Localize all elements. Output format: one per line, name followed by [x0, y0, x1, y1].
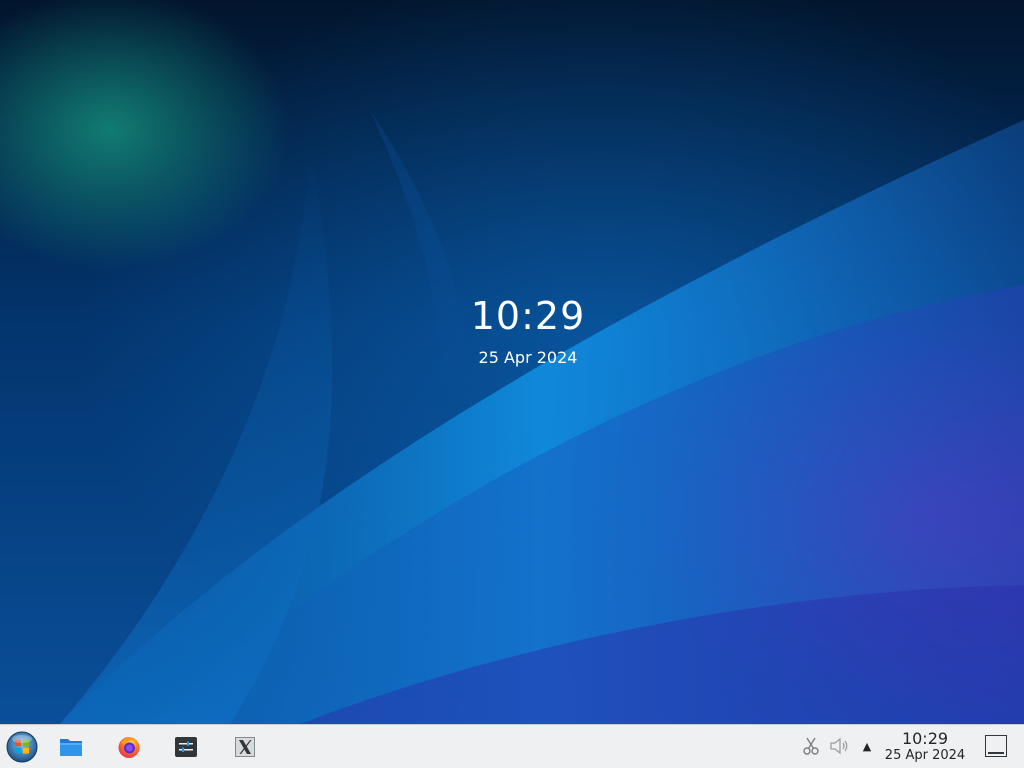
chevron-up-icon: ▲	[862, 739, 872, 753]
show-desktop-button[interactable]	[985, 735, 1007, 757]
start-menu-orb-icon	[6, 731, 38, 763]
desktop-clock-widget: 10:29 25 Apr 2024	[0, 292, 1024, 367]
taskbar-app-file-manager[interactable]	[53, 729, 89, 765]
x-window-icon	[235, 737, 255, 757]
speaker-volume-icon	[830, 737, 848, 755]
desktop-clock-time: 10:29	[470, 294, 586, 338]
firefox-icon	[118, 737, 140, 758]
folder-icon	[60, 739, 82, 756]
desktop-wallpaper[interactable]: 10:29 25 Apr 2024	[0, 0, 1024, 724]
tray-expand-arrow-button[interactable]: ▲	[856, 735, 878, 757]
taskbar-app-xterm[interactable]	[227, 729, 263, 765]
taskbar-app-settings[interactable]	[168, 729, 204, 765]
application-launcher-button[interactable]	[4, 729, 40, 765]
tray-clock-time: 10:29	[901, 729, 949, 748]
tray-volume-button[interactable]	[829, 735, 851, 757]
scissors-icon	[803, 737, 819, 755]
taskbar: ▲ 10:29 25 Apr 2024	[0, 724, 1024, 768]
taskbar-app-firefox[interactable]	[111, 729, 147, 765]
desktop-clock-date: 25 Apr 2024	[478, 348, 578, 367]
tray-clipboard-button[interactable]	[800, 735, 822, 757]
tray-clock-date: 25 Apr 2024	[884, 748, 966, 763]
system-settings-icon	[175, 737, 197, 757]
tray-digital-clock[interactable]: 10:29 25 Apr 2024	[880, 729, 970, 764]
